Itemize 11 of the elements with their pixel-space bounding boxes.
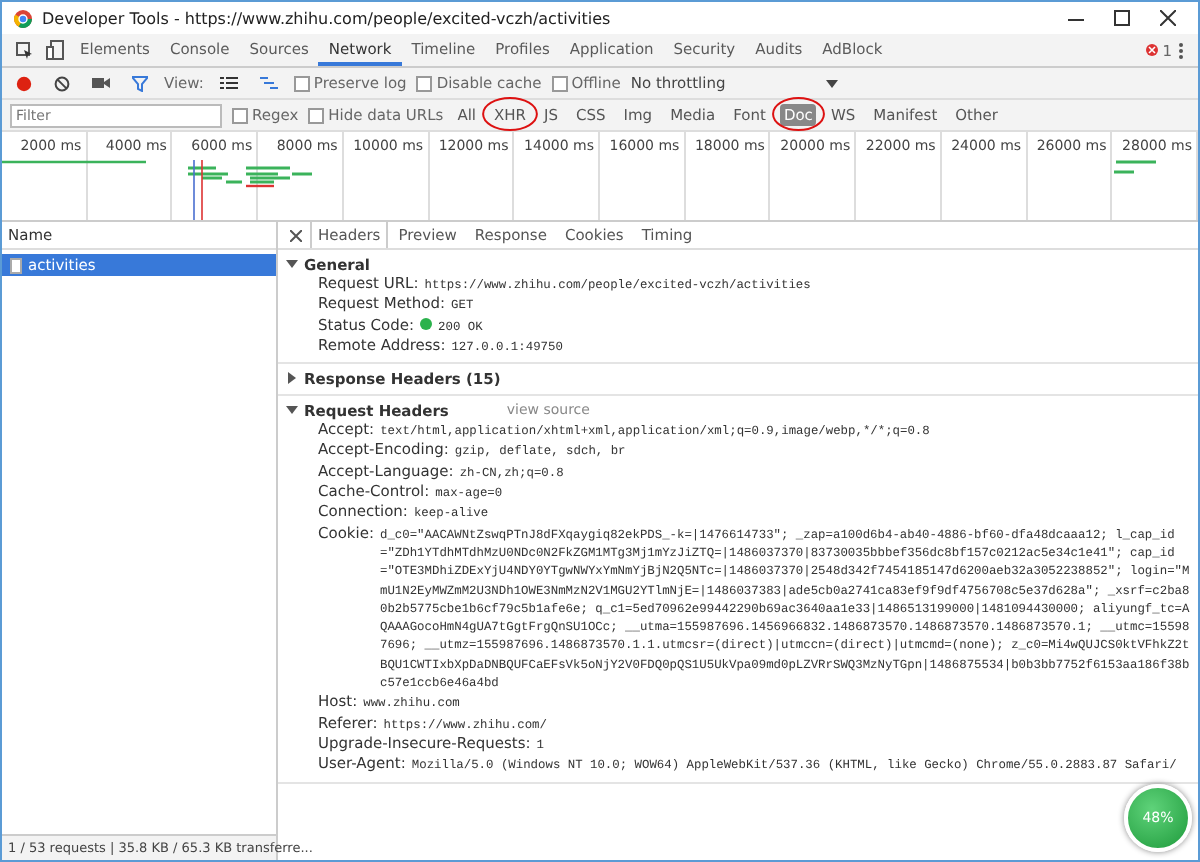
device-icon[interactable] <box>40 36 70 64</box>
expanded-arrow-icon[interactable] <box>286 404 298 417</box>
error-icon <box>1145 44 1158 56</box>
browser-logo-icon <box>14 9 32 27</box>
expanded-arrow-icon[interactable] <box>286 258 298 270</box>
collapsed-arrow-icon[interactable] <box>286 372 298 385</box>
window-title: Developer Tools - https://www.zhihu.com/people/excited-vczh/activities <box>42 9 613 27</box>
document-icon <box>10 257 22 273</box>
caret-icon <box>825 79 838 87</box>
maximize-icon[interactable] <box>1114 10 1130 26</box>
close-icon[interactable] <box>1160 10 1176 26</box>
